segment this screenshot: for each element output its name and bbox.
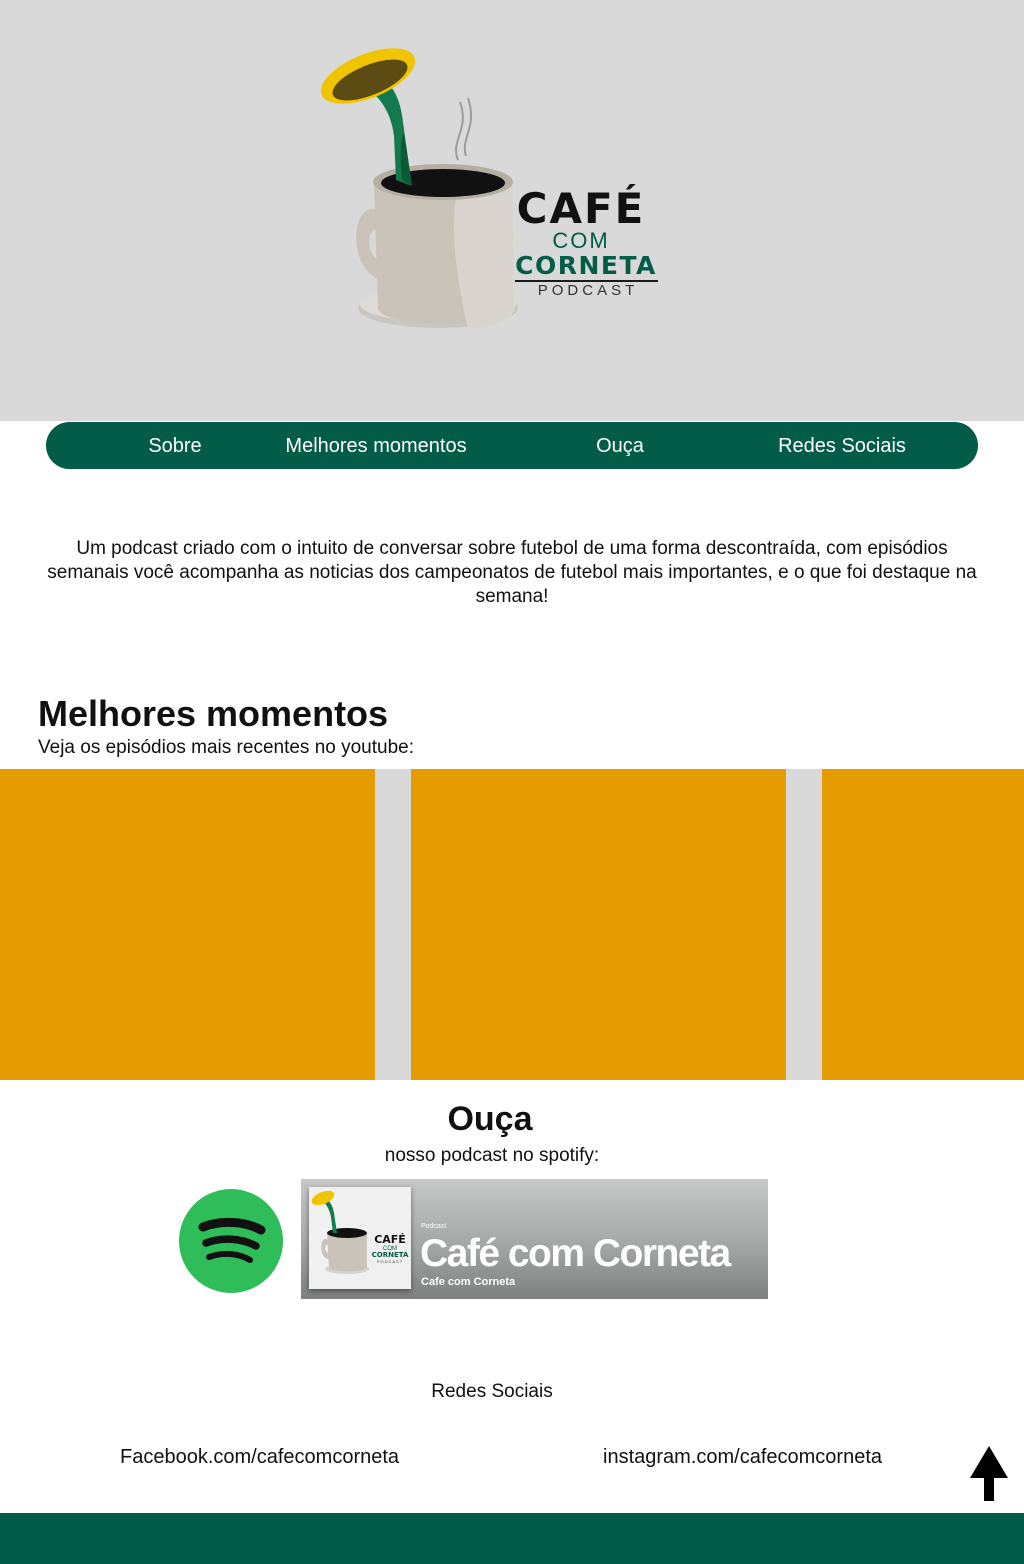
facebook-link[interactable]: Facebook.com/cafecomcorneta [120, 1445, 399, 1469]
cover-cafe-text: CAFÉ [374, 1233, 406, 1246]
social-title: Redes Sociais [431, 1381, 553, 1402]
logo-corneta-text: CORNETA [515, 251, 657, 280]
video-card[interactable] [0, 769, 375, 1080]
nav-item-sobre[interactable]: Sobre [100, 422, 250, 469]
logo-com-text: COM [552, 228, 609, 253]
listen-title: Ouça [447, 1100, 533, 1138]
podcast-cover-image: CAFÉ COM CORNETA PODCAST [309, 1187, 411, 1289]
cover-podcast-text: PODCAST [377, 1259, 403, 1264]
about-text: Um podcast criado com o intuito de conve… [47, 538, 977, 607]
video-carousel [0, 769, 1024, 1080]
cover-corneta-text: CORNETA [372, 1251, 409, 1259]
cafe-com-corneta-logo: CAFÉ COM CORNETA PODCAST [320, 48, 658, 329]
hero-banner: CAFÉ COM CORNETA PODCAST [0, 0, 1024, 421]
logo-podcast-text: PODCAST [538, 282, 639, 299]
video-card[interactable] [822, 769, 1024, 1080]
nav-item-melhores-momentos[interactable]: Melhores momentos [271, 422, 481, 469]
spotify-icon[interactable] [179, 1189, 283, 1293]
instagram-link[interactable]: instagram.com/cafecomcorneta [603, 1445, 882, 1469]
banner-title: Café com Corneta [420, 1232, 731, 1275]
banner-author: Cafe com Corneta [421, 1276, 516, 1288]
arrow-up-icon[interactable] [968, 1444, 1010, 1502]
spotify-podcast-banner[interactable]: CAFÉ COM CORNETA PODCAST Podcast Café co… [301, 1179, 768, 1299]
highlights-title: Melhores momentos [38, 693, 389, 734]
nav-item-ouca[interactable]: Ouça [570, 422, 670, 469]
video-card[interactable] [411, 769, 786, 1080]
main-nav: Sobre Melhores momentos Ouça Redes Socia… [46, 422, 978, 469]
highlights-subtitle: Veja os episódios mais recentes no youtu… [38, 737, 415, 758]
banner-kicker: Podcast [421, 1223, 447, 1230]
logo-cafe-text: CAFÉ [517, 183, 646, 233]
listen-subtitle: nosso podcast no spotify: [384, 1145, 600, 1166]
nav-item-redes-sociais[interactable]: Redes Sociais [764, 422, 920, 469]
footer-bar [0, 1513, 1024, 1564]
